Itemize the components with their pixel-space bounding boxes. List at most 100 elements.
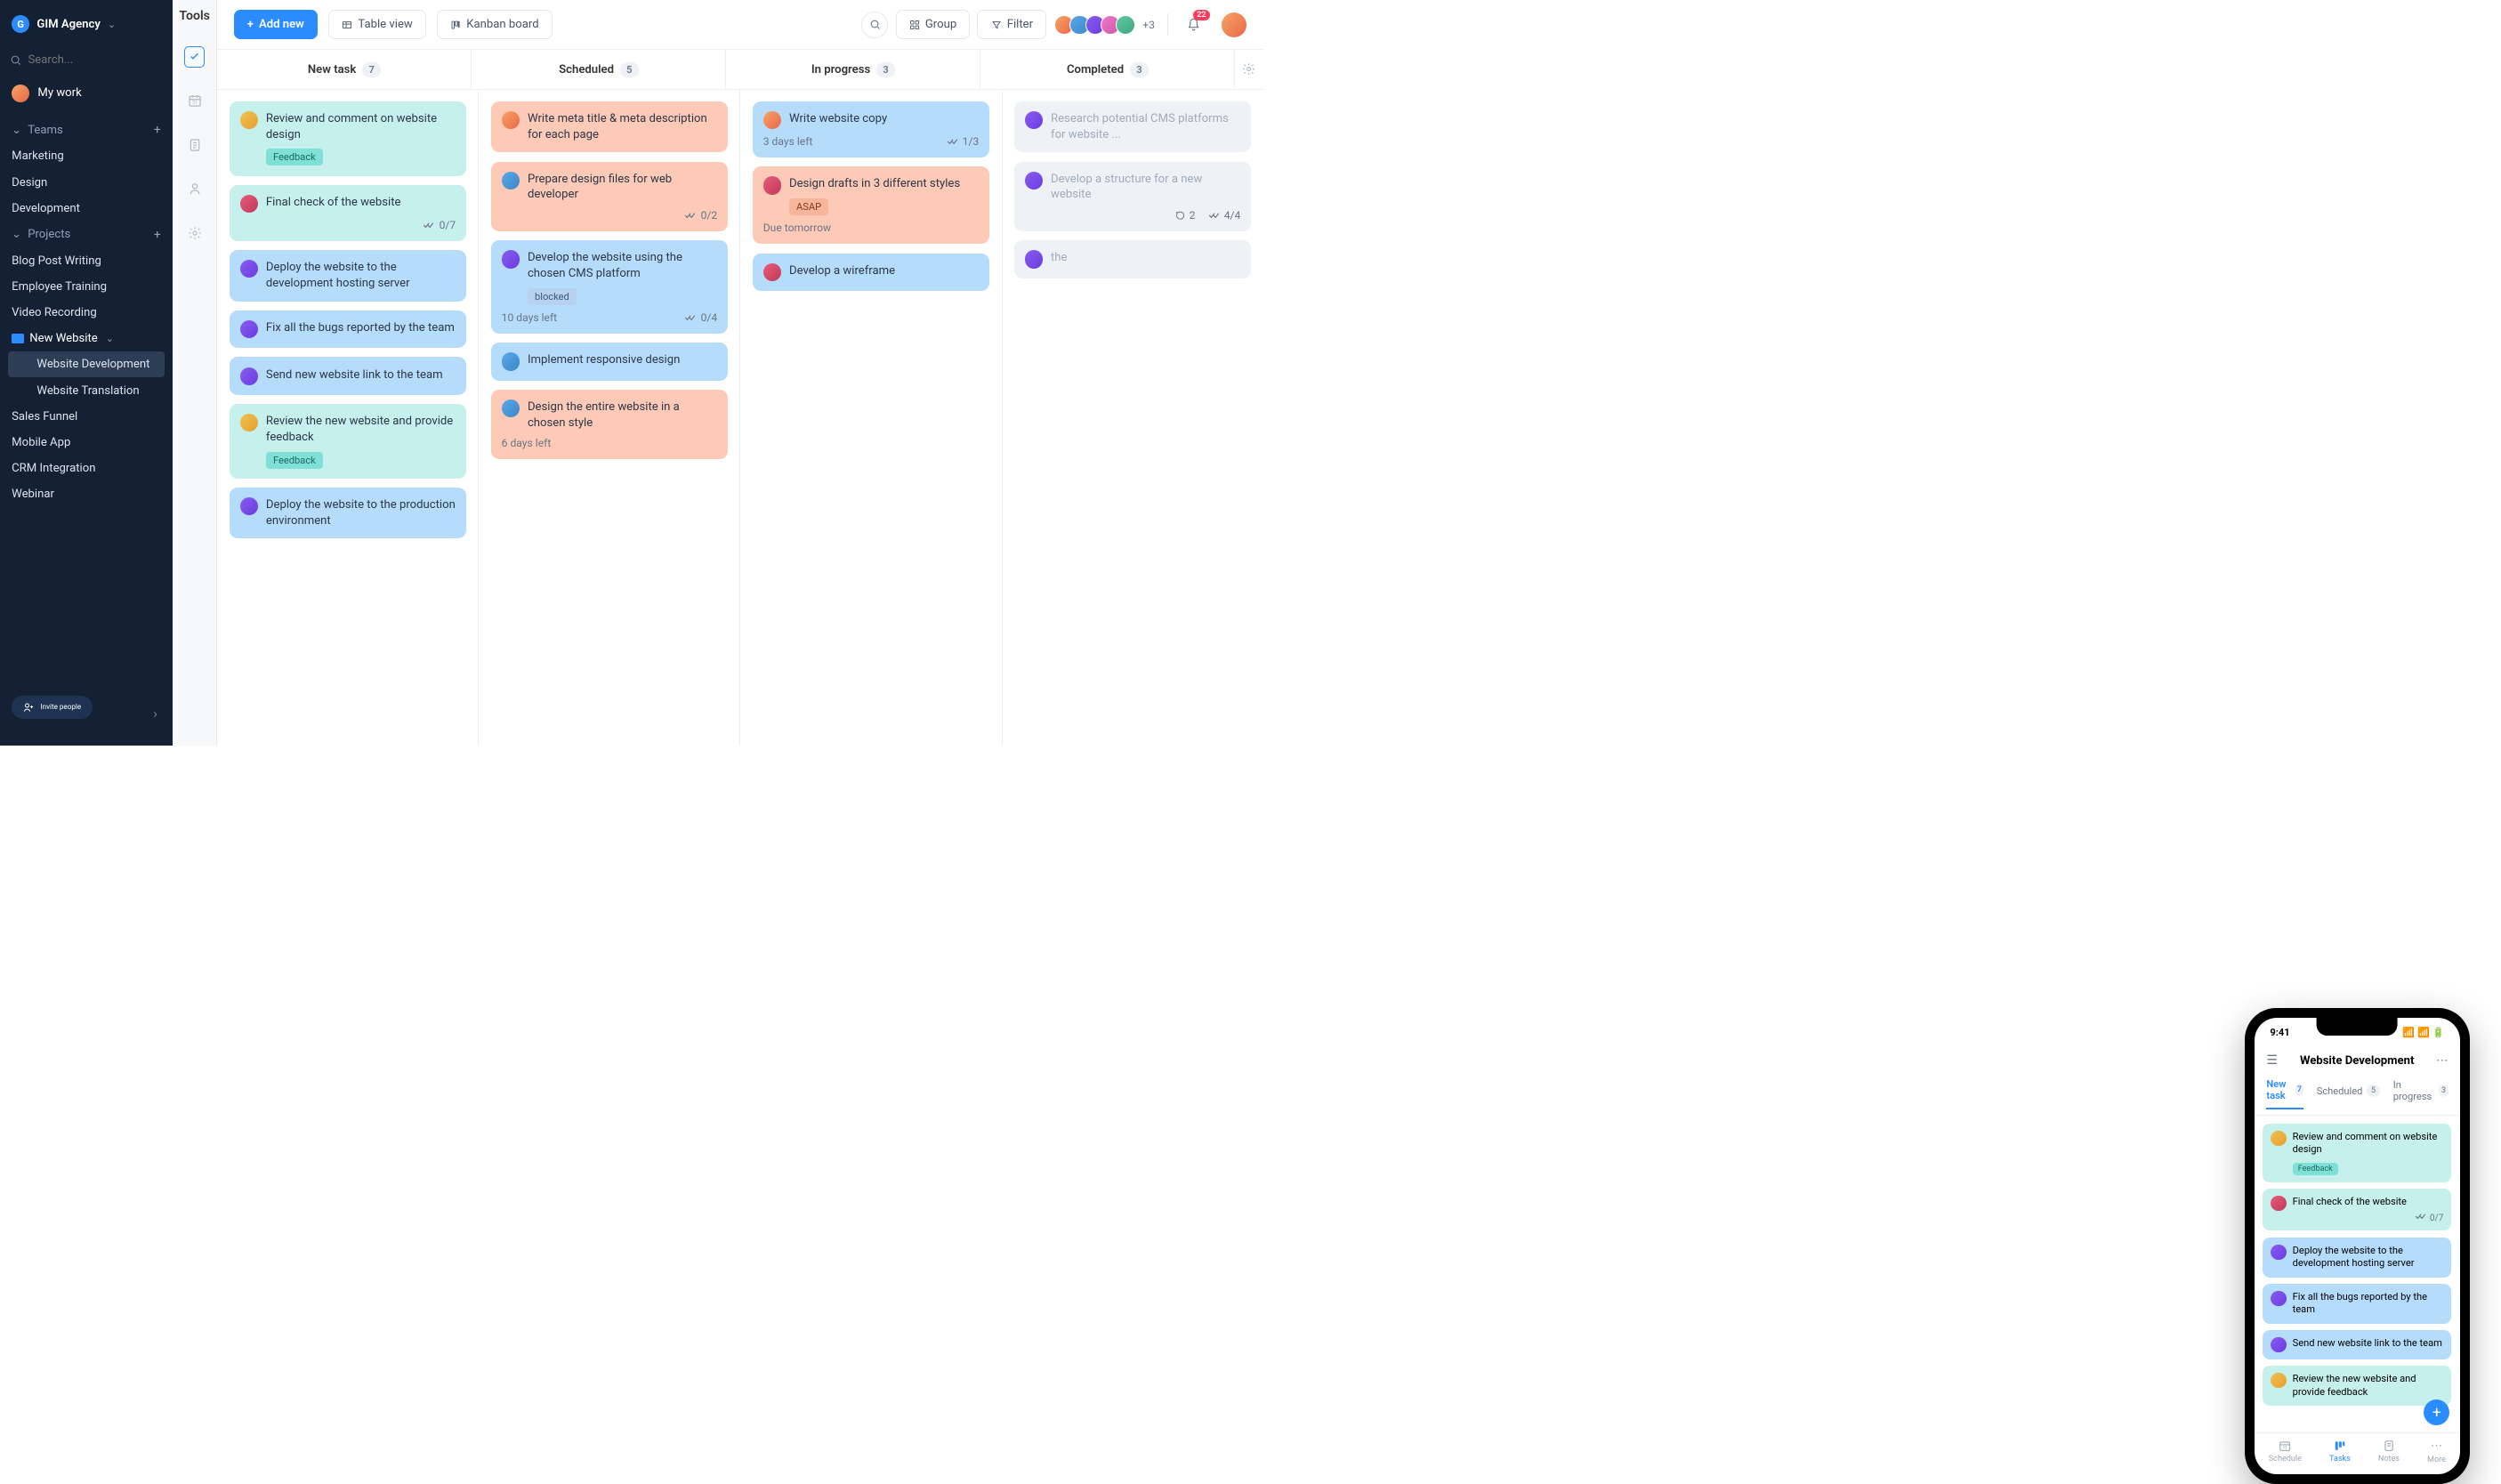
notifications-button[interactable]: 22 (1181, 12, 1207, 38)
tasks-tool-icon[interactable] (184, 46, 205, 67)
task-card[interactable]: Develop the website using the chosen CMS… (491, 240, 729, 334)
phone-card-list[interactable]: Review and comment on website designFeed… (2255, 1116, 2459, 1432)
teams-section-header[interactable]: ⌄ Teams + (0, 117, 173, 143)
tabbar-notes[interactable]: Notes (2378, 1440, 2400, 1464)
column-header[interactable]: Completed3 (980, 50, 1235, 88)
project-child[interactable]: Website Translation (8, 377, 165, 403)
task-card[interactable]: the (1014, 240, 1252, 278)
task-card[interactable]: Develop a wireframe (753, 254, 990, 291)
projects-section-header[interactable]: ⌄ Projects + (0, 222, 173, 248)
phone-task-card[interactable]: Review the new website and provide feedb… (2263, 1366, 2451, 1406)
more-icon[interactable]: ⋯ (2436, 1054, 2448, 1068)
phone-tab[interactable]: Scheduled5 (2317, 1078, 2380, 1109)
user-plus-icon (23, 702, 34, 713)
profile-avatar[interactable] (1222, 12, 1246, 37)
project-child-active[interactable]: Website Development (8, 351, 165, 377)
table-view-button[interactable]: Table view (328, 10, 426, 39)
menu-icon[interactable]: ☰ (2266, 1053, 2278, 1068)
tabbar-more[interactable]: ⋯More (2427, 1440, 2446, 1464)
column-headers: New task7 Scheduled5 In progress3 Comple… (217, 50, 1263, 89)
task-title: Develop a structure for a new website (1051, 172, 1240, 203)
filter-button[interactable]: Filter (977, 10, 1046, 39)
task-card[interactable]: Write meta title & meta description for … (491, 101, 729, 153)
add-project-icon[interactable]: + (154, 228, 161, 242)
task-card[interactable]: Write website copy3 days left1/3 (753, 101, 990, 157)
assignee-avatar (2271, 1245, 2286, 1260)
table-icon (342, 20, 352, 30)
phone-task-card[interactable]: Send new website link to the team (2263, 1330, 2451, 1359)
phone-task-card[interactable]: Review and comment on website designFeed… (2263, 1124, 2451, 1182)
search-field[interactable] (10, 53, 163, 67)
tabbar-tasks[interactable]: Tasks (2329, 1440, 2351, 1464)
task-tag: blocked (528, 288, 577, 305)
team-item[interactable]: Development (0, 196, 173, 222)
task-card[interactable]: Implement responsive design (491, 343, 729, 380)
column-header[interactable]: New task7 (217, 50, 472, 88)
user-avatar (12, 85, 29, 102)
phone-tab[interactable]: In progress3 (2393, 1078, 2449, 1109)
phone-tabs: New task7 Scheduled5 In progress3 (2255, 1074, 2459, 1115)
assignee-avatar (2271, 1131, 2286, 1146)
task-title: Prepare design files for web developer (528, 172, 717, 203)
search-button[interactable] (861, 12, 888, 38)
tabbar-schedule[interactable]: 13Schedule (2269, 1440, 2302, 1464)
svg-text:31: 31 (192, 101, 198, 106)
task-card[interactable]: Design the entire website in a chosen st… (491, 390, 729, 460)
task-title: Final check of the website (2293, 1196, 2444, 1208)
phone-tab[interactable]: New task7 (2266, 1078, 2303, 1109)
task-card[interactable]: Deploy the website to the production env… (230, 488, 467, 539)
project-item[interactable]: Employee Training (0, 274, 173, 300)
my-work-link[interactable]: My work (0, 79, 173, 108)
project-folder[interactable]: New Website ⌄ (0, 326, 173, 351)
phone-task-card[interactable]: Final check of the website 0/7 (2263, 1189, 2451, 1231)
settings-tool-icon[interactable] (184, 222, 205, 243)
project-item[interactable]: Webinar (0, 481, 173, 507)
phone-task-card[interactable]: Deploy the website to the development ho… (2263, 1238, 2451, 1278)
task-card[interactable]: Final check of the website0/7 (230, 185, 467, 241)
kanban-board: Review and comment on website designFeed… (217, 90, 1263, 746)
board-settings-icon[interactable] (1235, 50, 1263, 88)
phone-title: Website Development (2300, 1054, 2414, 1068)
member-avatar (1116, 15, 1135, 35)
calendar-tool-icon[interactable]: 31 (184, 91, 205, 111)
column-scheduled: Write meta title & meta description for … (479, 90, 740, 746)
notes-tool-icon[interactable] (184, 134, 205, 155)
people-tool-icon[interactable] (184, 179, 205, 199)
task-title: Develop the website using the chosen CMS… (528, 250, 717, 281)
invite-people-button[interactable]: Invite people (12, 696, 93, 719)
kanban-view-button[interactable]: Kanban board (437, 10, 553, 39)
chevron-down-icon: ⌄ (12, 228, 21, 241)
project-item[interactable]: Sales Funnel (0, 404, 173, 430)
group-button[interactable]: Group (896, 10, 971, 39)
divider (1167, 13, 1168, 36)
project-item[interactable]: CRM Integration (0, 456, 173, 481)
task-card[interactable]: Develop a structure for a new website2 4… (1014, 162, 1252, 232)
more-members-count: +3 (1142, 19, 1155, 31)
workspace-switcher[interactable]: G GIM Agency ⌄ (0, 9, 173, 39)
task-card[interactable]: Send new website link to the team (230, 357, 467, 394)
collapse-sidebar-icon[interactable]: › (153, 706, 173, 722)
team-item[interactable]: Design (0, 169, 173, 195)
task-card[interactable]: Design drafts in 3 different stylesASAPD… (753, 166, 990, 244)
task-card[interactable]: Deploy the website to the development ho… (230, 250, 467, 302)
chevron-down-icon: ⌄ (106, 333, 114, 344)
search-input[interactable] (28, 53, 163, 67)
task-card[interactable]: Review the new website and provide feedb… (230, 404, 467, 479)
project-item[interactable]: Mobile App (0, 430, 173, 456)
column-header[interactable]: Scheduled5 (472, 50, 726, 88)
task-card[interactable]: Research potential CMS platforms for web… (1014, 101, 1252, 153)
project-item[interactable]: Blog Post Writing (0, 248, 173, 274)
add-team-icon[interactable]: + (154, 123, 161, 137)
add-new-button[interactable]: + Add new (234, 10, 318, 39)
task-card[interactable]: Fix all the bugs reported by the team (230, 311, 467, 348)
column-header[interactable]: In progress3 (726, 50, 980, 88)
phone-task-card[interactable]: Fix all the bugs reported by the team (2263, 1284, 2451, 1324)
task-title: Deploy the website to the development ho… (266, 260, 456, 291)
member-avatars[interactable]: +3 (1053, 15, 1155, 35)
assignee-avatar (1025, 250, 1043, 268)
project-item[interactable]: Video Recording (0, 300, 173, 326)
task-card[interactable]: Prepare design files for web developer0/… (491, 162, 729, 232)
assignee-avatar (763, 176, 781, 194)
task-card[interactable]: Review and comment on website designFeed… (230, 101, 467, 176)
team-item[interactable]: Marketing (0, 143, 173, 169)
